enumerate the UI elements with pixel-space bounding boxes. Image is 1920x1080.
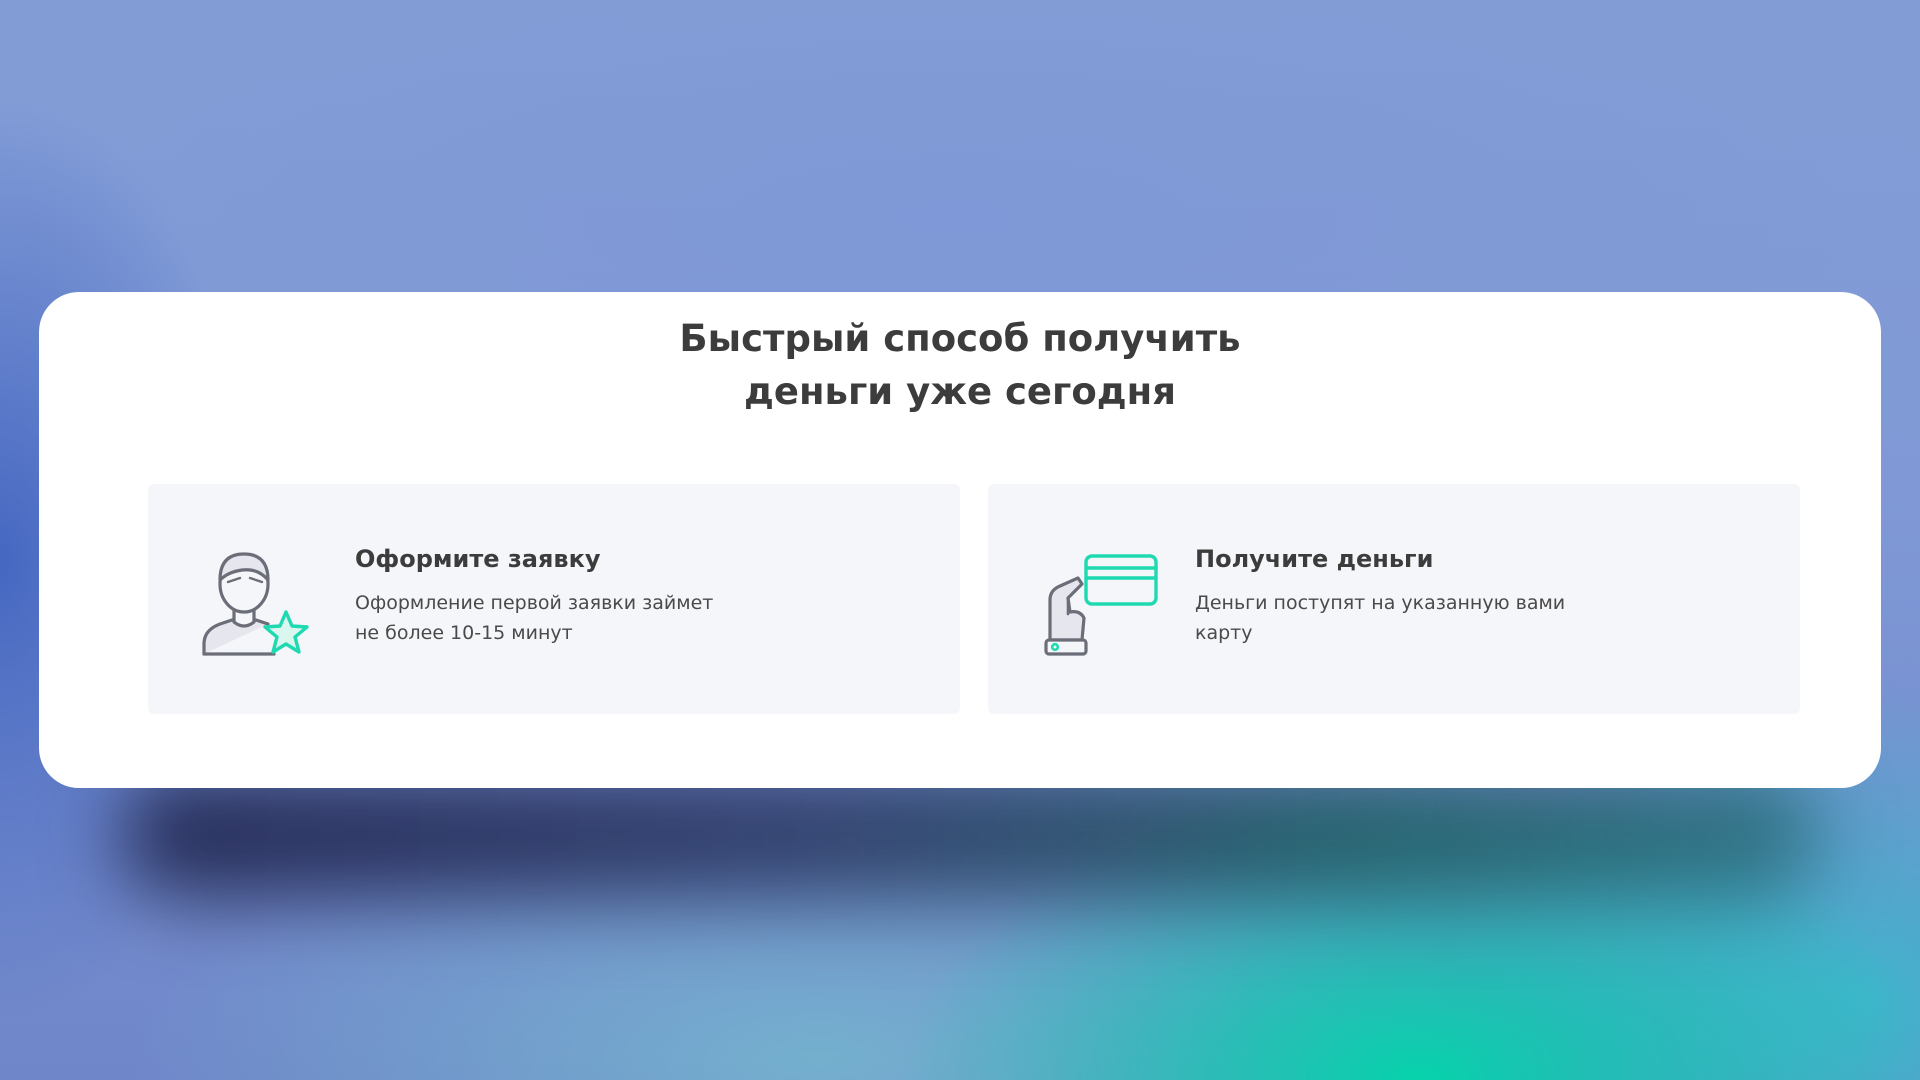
hand-card-icon [1038, 542, 1158, 662]
section-title-line-1: Быстрый способ получить [679, 317, 1241, 360]
feature-description: Деньги поступят на указанную вами карту [1195, 592, 1566, 644]
user-star-icon [198, 542, 318, 662]
feature-title: Получите деньги [1195, 545, 1434, 573]
card-shadow [120, 770, 1820, 900]
feature-receive-money: Получите деньги Деньги поступят на указа… [988, 484, 1800, 714]
section-title-line-2: деньги уже сегодня [744, 370, 1176, 413]
feature-title: Оформите заявку [355, 545, 601, 573]
steps-card: Быстрый способ получить деньги уже сегод… [39, 292, 1881, 788]
feature-apply: Оформите заявку Оформление первой заявки… [148, 484, 960, 714]
feature-description: Оформление первой заявки займет не более… [355, 592, 714, 644]
section-title: Быстрый способ получить деньги уже сегод… [39, 312, 1881, 418]
